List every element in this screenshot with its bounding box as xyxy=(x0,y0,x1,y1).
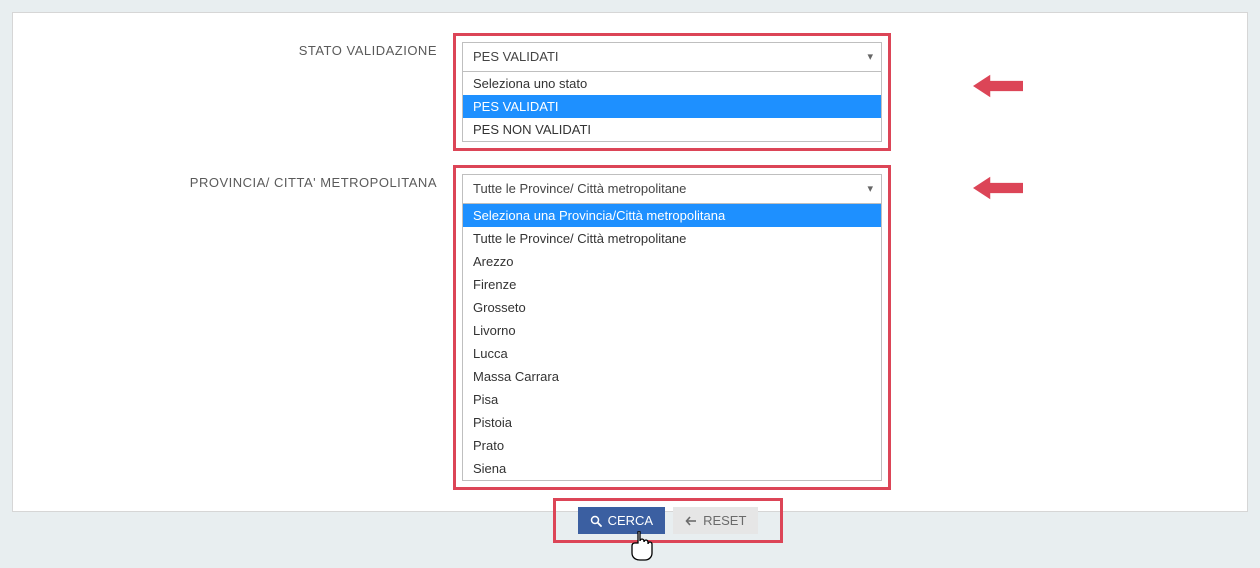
search-button[interactable]: CERCA xyxy=(578,507,666,534)
province-option[interactable]: Pisa xyxy=(463,388,881,411)
province-option[interactable]: Lucca xyxy=(463,342,881,365)
province-option[interactable]: Prato xyxy=(463,434,881,457)
select-province[interactable]: Tutte le Province/ Città metropolitane S… xyxy=(462,174,882,481)
highlight-status: PES VALIDATI Seleziona uno statoPES VALI… xyxy=(453,33,891,151)
label-province: PROVINCIA/ CITTA' METROPOLITANA xyxy=(53,165,453,190)
buttons-row: CERCA RESET xyxy=(553,498,783,543)
row-province: PROVINCIA/ CITTA' METROPOLITANA Tutte le… xyxy=(53,165,1207,490)
arrow-status-icon xyxy=(973,73,1023,99)
reset-arrow-icon xyxy=(685,515,697,527)
province-option[interactable]: Arezzo xyxy=(463,250,881,273)
province-option[interactable]: Siena xyxy=(463,457,881,480)
dropdown-province[interactable]: Seleziona una Provincia/Città metropolit… xyxy=(462,204,882,481)
status-option[interactable]: PES NON VALIDATI xyxy=(463,118,881,141)
highlight-buttons: CERCA RESET xyxy=(553,498,783,543)
province-option[interactable]: Massa Carrara xyxy=(463,365,881,388)
status-option[interactable]: PES VALIDATI xyxy=(463,95,881,118)
search-icon xyxy=(590,515,602,527)
row-status: STATO VALIDAZIONE PES VALIDATI Seleziona… xyxy=(53,33,1207,151)
reset-label: RESET xyxy=(703,513,746,528)
status-option[interactable]: Seleziona uno stato xyxy=(463,72,881,95)
reset-button[interactable]: RESET xyxy=(673,507,758,534)
select-status-closed[interactable]: PES VALIDATI xyxy=(462,42,882,72)
province-option[interactable]: Grosseto xyxy=(463,296,881,319)
label-status: STATO VALIDAZIONE xyxy=(53,33,453,58)
province-option[interactable]: Firenze xyxy=(463,273,881,296)
search-label: CERCA xyxy=(608,513,654,528)
province-option[interactable]: Livorno xyxy=(463,319,881,342)
dropdown-status[interactable]: Seleziona uno statoPES VALIDATIPES NON V… xyxy=(462,72,882,142)
province-option[interactable]: Pistoia xyxy=(463,411,881,434)
cursor-icon xyxy=(628,531,656,568)
province-option[interactable]: Tutte le Province/ Città metropolitane xyxy=(463,227,881,250)
form-panel: STATO VALIDAZIONE PES VALIDATI Seleziona… xyxy=(12,12,1248,512)
select-status[interactable]: PES VALIDATI Seleziona uno statoPES VALI… xyxy=(462,42,882,142)
arrow-province-icon xyxy=(973,175,1023,201)
select-province-closed[interactable]: Tutte le Province/ Città metropolitane xyxy=(462,174,882,204)
province-option[interactable]: Seleziona una Provincia/Città metropolit… xyxy=(463,204,881,227)
highlight-province: Tutte le Province/ Città metropolitane S… xyxy=(453,165,891,490)
